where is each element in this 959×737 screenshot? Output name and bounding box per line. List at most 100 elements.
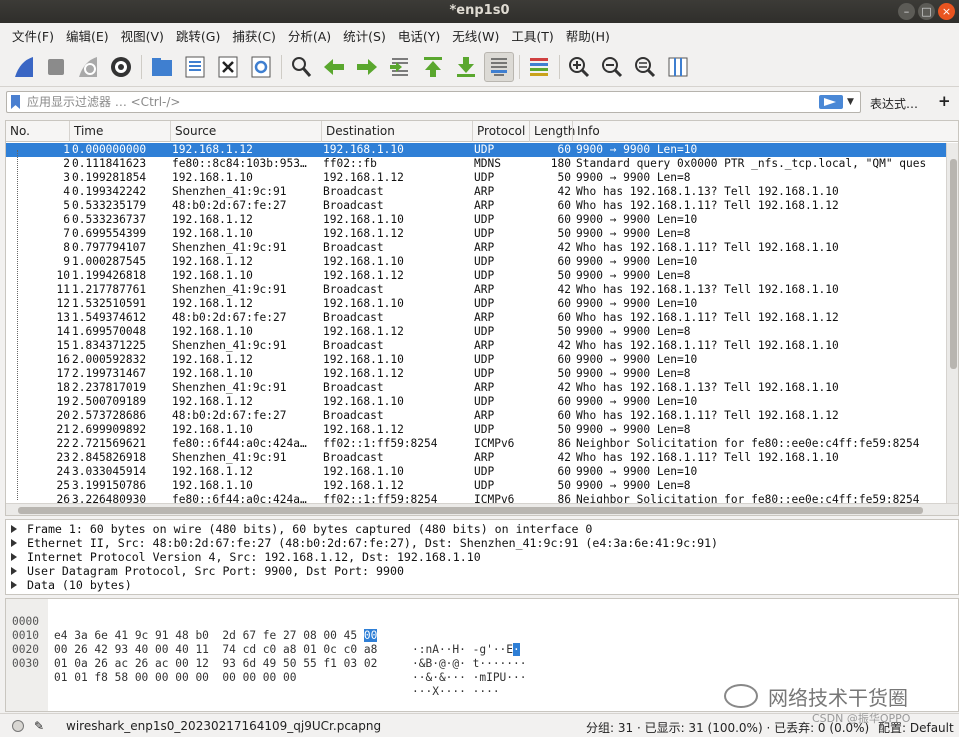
minimize-button[interactable]: – bbox=[898, 3, 915, 20]
display-filter-input[interactable] bbox=[27, 93, 787, 111]
bytes-row[interactable]: 0030 01 01 f8 58 00 00 00 00 00 00 00 00… bbox=[6, 643, 959, 698]
colorize-icon[interactable] bbox=[524, 52, 554, 82]
detail-row-data[interactable]: Data (10 bytes) bbox=[6, 578, 959, 592]
column-time[interactable]: Time bbox=[69, 121, 170, 142]
column-no[interactable]: No. bbox=[6, 121, 69, 142]
go-last-icon[interactable] bbox=[451, 52, 481, 82]
packet-time: 0.000000000 bbox=[72, 143, 147, 156]
packet-info: 9900 → 9900 Len=8 bbox=[576, 367, 691, 380]
packet-list-hscrollbar[interactable] bbox=[6, 503, 958, 515]
packet-row[interactable]: 18 2.237817019 Shenzhen_41:9c:91 Broadcast A… bbox=[6, 381, 946, 395]
packet-destination: ff02::1:ff59:8254 bbox=[323, 493, 438, 503]
packet-protocol: ARP bbox=[474, 451, 495, 464]
bookmark-icon[interactable] bbox=[11, 95, 20, 109]
packet-row[interactable]: 24 3.033045914 192.168.1.12 192.168.1.10 UDP… bbox=[6, 465, 946, 479]
bytes-row[interactable]: 0000 e4 3a 6e 41 9c 91 48 b0 2d 67 fe 27… bbox=[6, 601, 959, 656]
reload-file-icon[interactable] bbox=[246, 52, 276, 82]
go-to-packet-icon[interactable] bbox=[385, 52, 415, 82]
packet-row[interactable]: 10 1.199426818 192.168.1.10 192.168.1.12 UDP… bbox=[6, 269, 946, 283]
packet-row[interactable]: 4 0.199342242 Shenzhen_41:9c:91 Broadcast AR… bbox=[6, 185, 946, 199]
open-file-icon[interactable] bbox=[147, 52, 177, 82]
packet-row[interactable]: 19 2.500709189 192.168.1.12 192.168.1.10 UDP… bbox=[6, 395, 946, 409]
menu-edit[interactable]: 编辑(E) bbox=[60, 26, 115, 45]
expand-arrow-icon[interactable] bbox=[11, 553, 17, 561]
packet-row[interactable]: 23 2.845826918 Shenzhen_41:9c:91 Broadcast A… bbox=[6, 451, 946, 465]
chevron-down-icon[interactable]: ▼ bbox=[847, 97, 854, 107]
detail-row-frame[interactable]: Frame 1: 60 bytes on wire (480 bits), 60… bbox=[6, 522, 959, 536]
menu-wireless[interactable]: 无线(W) bbox=[446, 26, 505, 45]
maximize-button[interactable]: □ bbox=[918, 3, 935, 20]
column-protocol[interactable]: Protocol bbox=[472, 121, 529, 142]
zoom-normal-icon[interactable] bbox=[630, 52, 660, 82]
expand-arrow-icon[interactable] bbox=[11, 581, 17, 589]
packet-row[interactable]: 8 0.797794107 Shenzhen_41:9c:91 Broadcast AR… bbox=[6, 241, 946, 255]
packet-row[interactable]: 7 0.699554399 192.168.1.10 192.168.1.12 UDP 5… bbox=[6, 227, 946, 241]
close-window-button[interactable]: × bbox=[938, 3, 955, 20]
packet-length: 50 bbox=[557, 367, 571, 380]
expand-arrow-icon[interactable] bbox=[11, 567, 17, 575]
go-back-icon[interactable] bbox=[319, 52, 349, 82]
packet-row[interactable]: 20 2.573728686 48:b0:2d:67:fe:27 Broadcast A… bbox=[6, 409, 946, 423]
packet-source: Shenzhen_41:9c:91 bbox=[172, 451, 287, 464]
packet-row[interactable]: 15 1.834371225 Shenzhen_41:9c:91 Broadcast A… bbox=[6, 339, 946, 353]
packet-row[interactable]: 22 2.721569621 fe80::6f44:a0c:424a… ff02::1… bbox=[6, 437, 946, 451]
packet-row[interactable]: 12 1.532510591 192.168.1.12 192.168.1.10 UDP… bbox=[6, 297, 946, 311]
packet-row[interactable]: 14 1.699570048 192.168.1.10 192.168.1.12 UDP… bbox=[6, 325, 946, 339]
detail-row-ethernet[interactable]: Ethernet II, Src: 48:b0:2d:67:fe:27 (48:… bbox=[6, 536, 959, 550]
menu-capture[interactable]: 捕获(C) bbox=[226, 26, 281, 45]
close-file-icon[interactable] bbox=[213, 52, 243, 82]
save-file-icon[interactable] bbox=[180, 52, 210, 82]
expand-arrow-icon[interactable] bbox=[11, 525, 17, 533]
menu-telephony[interactable]: 电话(Y) bbox=[392, 26, 446, 45]
detail-row-ipv4[interactable]: Internet Protocol Version 4, Src: 192.16… bbox=[6, 550, 959, 564]
expand-arrow-icon[interactable] bbox=[11, 539, 17, 547]
add-filter-button[interactable]: + bbox=[938, 92, 951, 110]
menu-view[interactable]: 视图(V) bbox=[115, 26, 170, 45]
expression-button[interactable]: 表达式… bbox=[870, 95, 918, 112]
packet-row[interactable]: 21 2.699909892 192.168.1.10 192.168.1.12 UDP… bbox=[6, 423, 946, 437]
menu-file[interactable]: 文件(F) bbox=[6, 26, 60, 45]
packet-row[interactable]: 13 1.549374612 48:b0:2d:67:fe:27 Broadcast A… bbox=[6, 311, 946, 325]
menu-analyze[interactable]: 分析(A) bbox=[282, 26, 337, 45]
packet-row[interactable]: 2 0.111841623 fe80::8c84:103b:953… ff02::fb… bbox=[6, 157, 946, 171]
apply-filter-icon[interactable] bbox=[819, 95, 843, 109]
packet-list-vscrollbar[interactable] bbox=[946, 143, 958, 503]
packet-row[interactable]: 26 3.226480930 fe80::6f44:a0c:424a… ff02::1… bbox=[6, 493, 946, 503]
packet-row[interactable]: 16 2.000592832 192.168.1.12 192.168.1.10 UDP… bbox=[6, 353, 946, 367]
packet-row[interactable]: 1 0.000000000 192.168.1.12 192.168.1.10 UDP 6… bbox=[6, 143, 946, 157]
zoom-out-icon[interactable] bbox=[597, 52, 627, 82]
menu-tools[interactable]: 工具(T) bbox=[505, 26, 559, 45]
menu-statistics[interactable]: 统计(S) bbox=[337, 26, 392, 45]
go-forward-icon[interactable] bbox=[352, 52, 382, 82]
menu-go[interactable]: 跳转(G) bbox=[170, 26, 226, 45]
packet-source: 192.168.1.10 bbox=[172, 423, 253, 436]
packet-row[interactable]: 3 0.199281854 192.168.1.10 192.168.1.12 UDP 5… bbox=[6, 171, 946, 185]
packet-row[interactable]: 5 0.533235179 48:b0:2d:67:fe:27 Broadcast AR… bbox=[6, 199, 946, 213]
column-source[interactable]: Source bbox=[170, 121, 321, 142]
capture-options-icon[interactable] bbox=[106, 52, 136, 82]
packet-time: 2.845826918 bbox=[72, 451, 147, 464]
go-first-icon[interactable] bbox=[418, 52, 448, 82]
column-info[interactable]: Info bbox=[572, 121, 958, 142]
zoom-in-icon[interactable] bbox=[564, 52, 594, 82]
capture-status-icon[interactable] bbox=[12, 720, 24, 732]
detail-row-udp[interactable]: User Datagram Protocol, Src Port: 9900, … bbox=[6, 564, 959, 578]
packet-row[interactable]: 17 2.199731467 192.168.1.10 192.168.1.12 UDP… bbox=[6, 367, 946, 381]
packet-row[interactable]: 6 0.533236737 192.168.1.12 192.168.1.10 UDP 6… bbox=[6, 213, 946, 227]
column-destination[interactable]: Destination bbox=[321, 121, 472, 142]
packet-row[interactable]: 9 1.000287545 192.168.1.12 192.168.1.10 UDP 6… bbox=[6, 255, 946, 269]
packet-length: 60 bbox=[557, 255, 571, 268]
autoscroll-icon[interactable] bbox=[484, 52, 514, 82]
packet-row[interactable]: 25 3.199150786 192.168.1.10 192.168.1.12 UDP… bbox=[6, 479, 946, 493]
restart-capture-icon[interactable] bbox=[73, 52, 103, 82]
menu-help[interactable]: 帮助(H) bbox=[560, 26, 616, 45]
start-capture-icon[interactable] bbox=[9, 52, 39, 82]
edit-comment-icon[interactable]: ✎ bbox=[34, 719, 44, 733]
column-length[interactable]: Length bbox=[529, 121, 575, 142]
find-packet-icon[interactable] bbox=[286, 52, 316, 82]
stop-capture-icon[interactable] bbox=[41, 52, 71, 82]
bytes-row[interactable]: 0010 00 26 42 93 40 00 40 11 74 cd c0 a8… bbox=[6, 615, 959, 670]
packet-row[interactable]: 11 1.217787761 Shenzhen_41:9c:91 Broadcast A… bbox=[6, 283, 946, 297]
resize-columns-icon[interactable] bbox=[663, 52, 693, 82]
bytes-row[interactable]: 0020 01 0a 26 ac 26 ac 00 12 93 6d 49 50… bbox=[6, 629, 959, 684]
